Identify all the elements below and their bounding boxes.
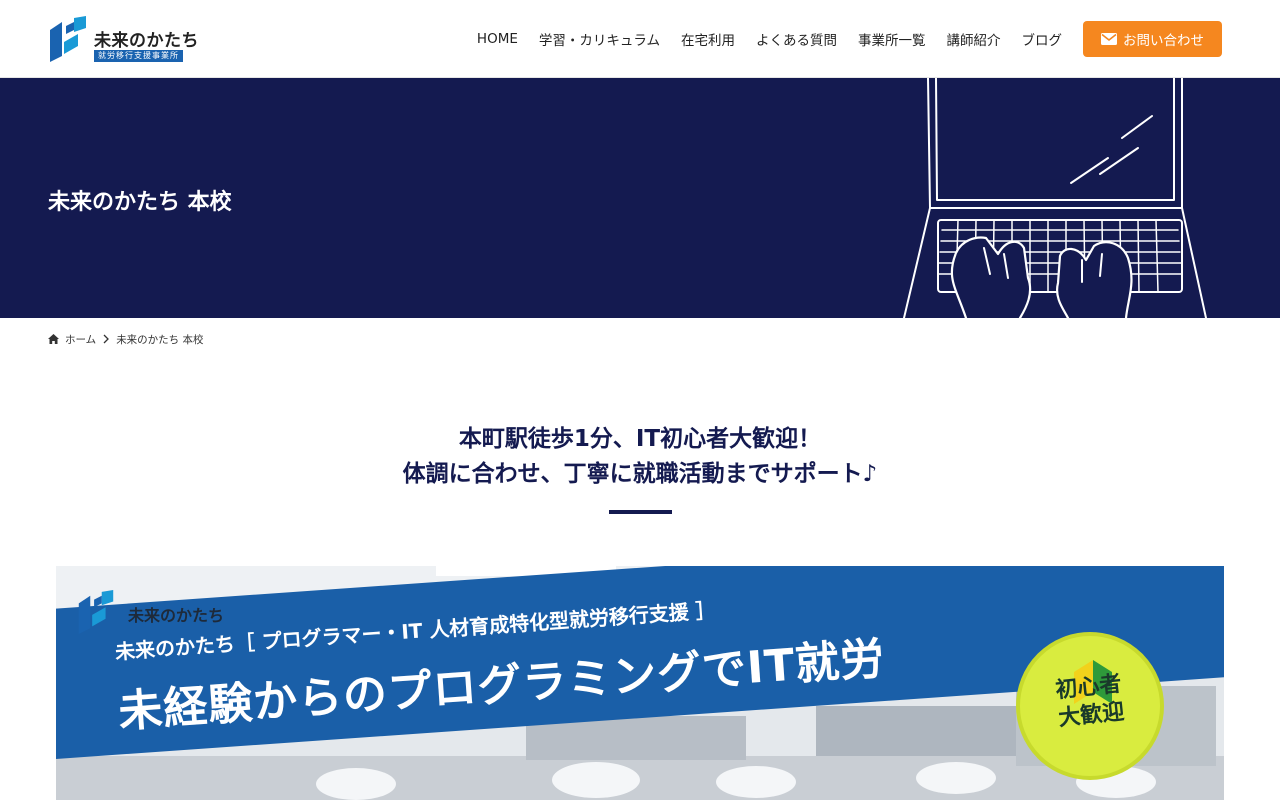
main-nav: HOME 学習・カリキュラム 在宅利用 よくある質問 事業所一覧 講師紹介 ブロ…: [477, 0, 1062, 78]
nav-offices[interactable]: 事業所一覧: [858, 29, 926, 49]
breadcrumb-home[interactable]: ホーム: [65, 332, 96, 347]
beginner-welcome-badge: 初心者 大歓迎: [1016, 632, 1164, 780]
contact-button[interactable]: お問い合わせ: [1083, 21, 1222, 57]
page-title: 未来のかたち 本校: [48, 190, 232, 215]
nav-curriculum[interactable]: 学習・カリキュラム: [539, 29, 660, 49]
nav-faq[interactable]: よくある質問: [756, 29, 837, 49]
contact-button-label: お問い合わせ: [1123, 33, 1204, 49]
breadcrumb-current: 未来のかたち 本校: [116, 333, 204, 346]
site-header: 未来のかたち 就労移行支援事業所 HOME 学習・カリキュラム 在宅利用 よくあ…: [0, 0, 1280, 78]
page-hero: 未来のかたち 本校: [0, 78, 1280, 318]
laptop-illustration-icon: [903, 78, 1207, 318]
logo-mark-icon: [50, 16, 86, 62]
lead-heading: 本町駅徒歩1分、IT初心者大歓迎！ 体調に合わせ、丁寧に就職活動までサポート♪: [0, 422, 1280, 492]
nav-instructors[interactable]: 講師紹介: [947, 29, 1001, 49]
nav-blog[interactable]: ブログ: [1022, 29, 1063, 49]
logo-title: 未来のかたち: [94, 31, 199, 51]
banner-logo-mark-icon: [78, 590, 114, 634]
promo-banner-image: 未来のかたち 未来のかたち［ プログラマー・IT 人材育成特化型就労移行支援 ］…: [56, 566, 1224, 800]
breadcrumb: ホーム 未来のかたち 本校: [48, 331, 204, 347]
lead-divider: [609, 510, 672, 514]
nav-remote[interactable]: 在宅利用: [681, 29, 735, 49]
lead-line-1: 本町駅徒歩1分、IT初心者大歓迎！: [458, 426, 822, 452]
banner-logo-text: 未来のかたち: [128, 606, 225, 625]
mail-icon: [1101, 33, 1117, 45]
nav-home[interactable]: HOME: [477, 31, 518, 47]
home-icon: [48, 334, 59, 344]
lead-line-2: 体調に合わせ、丁寧に就職活動までサポート♪: [402, 461, 878, 487]
chevron-right-icon: [103, 334, 110, 344]
site-logo[interactable]: 未来のかたち 就労移行支援事業所: [48, 16, 199, 64]
badge-text: 初心者 大歓迎: [1017, 667, 1162, 737]
logo-subtitle: 就労移行支援事業所: [94, 50, 183, 62]
